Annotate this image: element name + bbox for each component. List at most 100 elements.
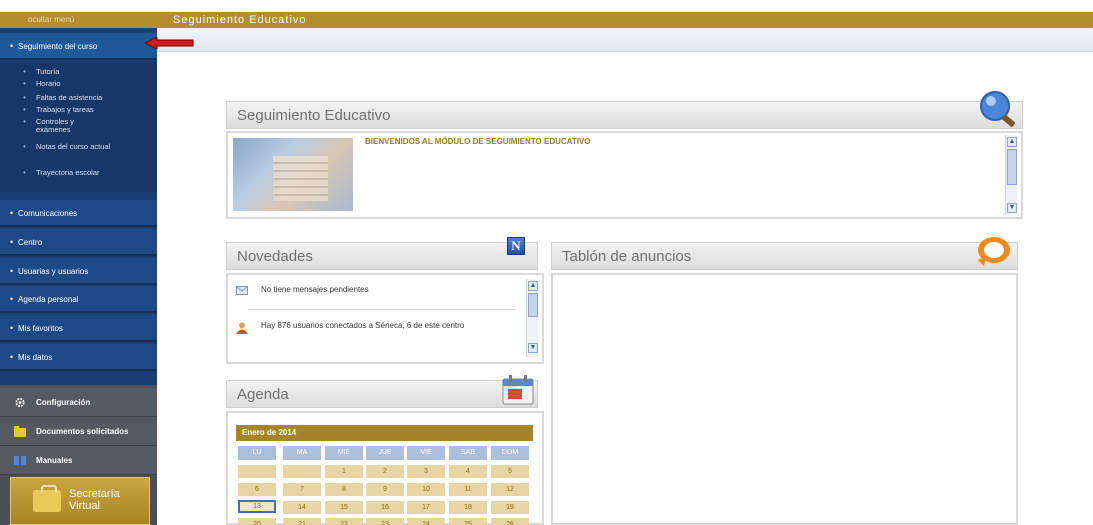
sidebar-item-favoritos[interactable]: Mis favoritos (0, 315, 157, 342)
scroll-thumb[interactable] (528, 293, 538, 317)
welcome-panel-header: Seguimiento Educativo (226, 101, 1023, 129)
scroll-down-icon[interactable]: ▼ (1007, 203, 1017, 213)
calendar-day[interactable]: 2 (366, 465, 404, 478)
submenu-label: Controles y exámenes (36, 117, 74, 134)
submenu-item-controles[interactable]: • Controles y exámenes (23, 117, 106, 134)
welcome-scrollbar[interactable]: ▲ ▼ (1005, 135, 1017, 215)
bullet-icon: • (23, 93, 26, 102)
configuracion-label: Configuración (36, 398, 91, 407)
calendar-dow: MIE (325, 446, 363, 460)
divider (248, 309, 516, 310)
book-icon (14, 456, 26, 465)
search-icon (980, 91, 1015, 127)
red-arrow-icon (145, 37, 194, 49)
calendar-day[interactable]: 5 (491, 465, 529, 478)
calendar-day[interactable]: 8 (325, 483, 363, 496)
welcome-text: BIENVENIDOS AL MÓDULO DE SEGUIMIENTO EDU… (365, 137, 591, 146)
bullet-icon: • (23, 117, 26, 126)
calendar-day[interactable]: 24 (407, 518, 445, 525)
secretaria-virtual-button[interactable]: Secretaría Virtual (10, 477, 150, 525)
calendar-day[interactable]: 9 (366, 483, 404, 496)
bullet-icon: • (23, 142, 26, 151)
calendar-day[interactable]: 23 (366, 518, 404, 525)
scroll-down-icon[interactable]: ▼ (528, 343, 538, 353)
calendar-day[interactable]: 7 (283, 483, 321, 496)
novedades-panel-header: Novedades (226, 242, 538, 270)
calendar-dow: JUE (366, 446, 404, 460)
calendar-dow: MA (283, 446, 321, 460)
calendar-day[interactable]: 19 (491, 501, 529, 514)
calendar-day[interactable]: 4 (449, 465, 487, 478)
user-icon (236, 322, 248, 334)
bullet-icon: • (23, 79, 26, 88)
calendar-day[interactable]: 12 (491, 483, 529, 496)
envelope-icon (236, 286, 248, 295)
secretaria-line2: Virtual (69, 500, 100, 512)
scroll-thumb[interactable] (1007, 149, 1017, 185)
documentos-button[interactable]: Documentos solicitados (0, 417, 157, 446)
sidebar-item-comunicaciones[interactable]: Comunicaciones (0, 200, 157, 227)
app-title: Seguimiento Educativo (173, 14, 307, 26)
novedades-scrollbar[interactable]: ▲ ▼ (526, 279, 538, 357)
news-icon: N (507, 237, 525, 255)
submenu-label: Trayectoria escolar (36, 168, 100, 177)
sidebar-item-agenda[interactable]: Agenda personal (0, 286, 157, 313)
calendar-day[interactable]: 14 (283, 501, 321, 514)
novedad-text: Hay 876 usuarios conectados a Séneca, 6 … (261, 321, 465, 330)
calendar-day[interactable]: 16 (366, 501, 404, 514)
calendar-day[interactable]: 20 (238, 518, 276, 525)
calendar-day[interactable]: 15 (325, 501, 363, 514)
novedad-text: No tiene mensajes pendientes (261, 285, 369, 294)
submenu-item-trayectoria[interactable]: • Trayectoria escolar (23, 168, 146, 177)
speech-bubble-icon (978, 237, 1010, 266)
manuales-button[interactable]: Manuales (0, 446, 157, 475)
bullet-icon: • (23, 67, 26, 76)
submenu-label: Notas del curso actual (36, 142, 111, 151)
submenu-item-notas[interactable]: • Notas del curso actual (23, 142, 116, 151)
submenu-item-tutoria[interactable]: • Tutoría (23, 67, 146, 76)
calendar-day[interactable]: 22 (325, 518, 363, 525)
calendar-day[interactable]: 21 (283, 518, 321, 525)
submenu-item-horario[interactable]: • Horario (23, 80, 146, 88)
sidebar-item-centro[interactable]: Centro (0, 229, 157, 256)
submenu-item-faltas[interactable]: • Faltas de asistencia (23, 93, 146, 102)
submenu-label: Trabajos y tareas (36, 105, 94, 114)
calendar-day[interactable]: 6 (238, 483, 276, 496)
calendar-day[interactable] (238, 465, 276, 478)
calendar-dow: DOM (491, 446, 529, 460)
bullet-icon: • (23, 168, 26, 177)
calendar-day[interactable]: 26 (491, 518, 529, 525)
calendar-month: Enero de 2014 (236, 425, 533, 441)
manuales-label: Manuales (36, 456, 73, 465)
sidebar-item-usuarios[interactable]: Usuarias y usuarios (0, 258, 157, 285)
scroll-up-icon[interactable]: ▲ (528, 281, 538, 291)
calendar-day[interactable]: 17 (407, 501, 445, 514)
welcome-panel-body: BIENVENIDOS AL MÓDULO DE SEGUIMIENTO EDU… (226, 131, 1023, 219)
folder-icon (14, 426, 26, 437)
gear-icon (15, 397, 25, 408)
submenu-label: Faltas de asistencia (36, 93, 103, 102)
sub-bar (157, 28, 1093, 52)
sidebar-submenu: • Tutoría • Horario • Faltas de asistencia … (0, 62, 157, 192)
calendar-day[interactable]: 11 (449, 483, 487, 496)
submenu-label: Tutoría (36, 67, 60, 76)
calendar-day[interactable]: 3 (407, 465, 445, 478)
briefcase-icon (33, 485, 61, 512)
sidebar-item-seguimiento[interactable]: Seguimiento del curso (0, 33, 157, 60)
scroll-up-icon[interactable]: ▲ (1007, 137, 1017, 147)
calendar-day[interactable]: 10 (407, 483, 445, 496)
submenu-item-trabajos[interactable]: • Trabajos y tareas (23, 105, 146, 114)
novedades-panel-body: No tiene mensajes pendientes Hay 876 usu… (226, 273, 544, 364)
calendar-day[interactable]: 25 (449, 518, 487, 525)
sidebar-item-mis-datos[interactable]: Mis datos (0, 344, 157, 371)
calendar-day-today[interactable]: 13 (238, 500, 276, 513)
calendar-dow: LU (238, 446, 276, 460)
calendar-day[interactable]: 18 (449, 501, 487, 514)
calendar-day[interactable]: 1 (325, 465, 363, 478)
calendar-day[interactable] (283, 465, 321, 478)
documentos-label: Documentos solicitados (36, 427, 129, 436)
configuracion-button[interactable]: Configuración (0, 388, 157, 417)
calendar-dow: VIE (407, 446, 445, 460)
hide-menu-link[interactable]: ocultar menú (0, 12, 157, 28)
novedades-panel-title: Novedades (237, 248, 313, 265)
